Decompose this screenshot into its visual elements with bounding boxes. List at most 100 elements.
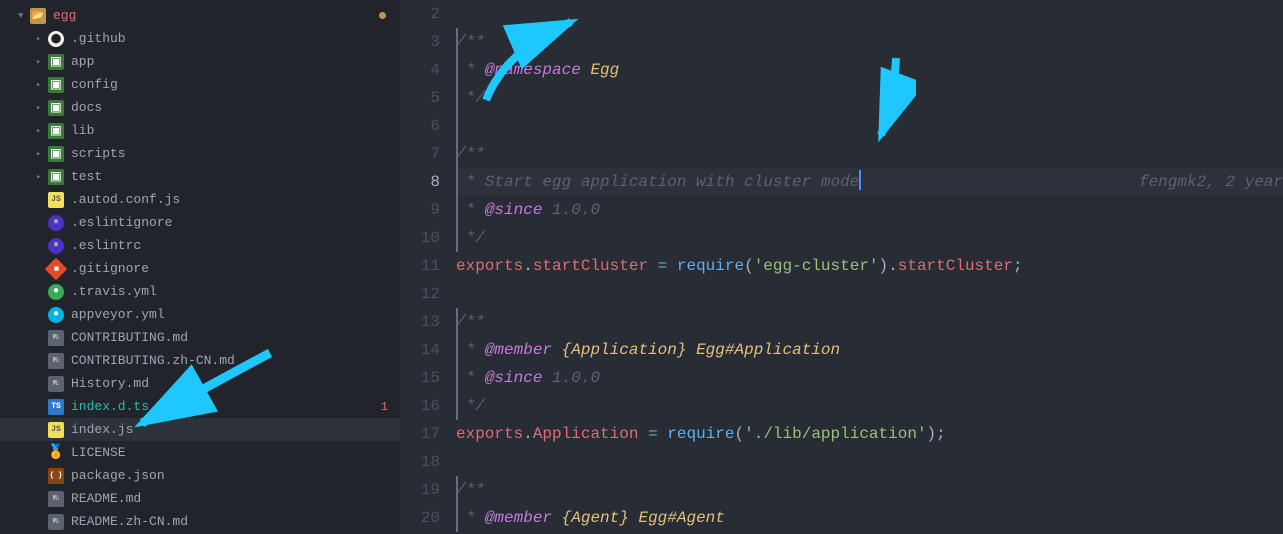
line-number[interactable]: 14 [400,336,440,364]
line-number-gutter: 234567891011121314151617181920 [400,0,456,534]
line-number[interactable]: 7 [400,140,440,168]
code-line[interactable]: */ [456,224,1283,252]
md-icon: M↓ [48,330,64,346]
code-line[interactable]: * @member {Agent} Egg#Agent [456,504,1283,532]
code-line[interactable]: * @namespace Egg [456,56,1283,84]
code-line[interactable]: /** [456,308,1283,336]
tree-item-docs[interactable]: ▸▣docs [0,96,400,119]
tree-item--eslintrc[interactable]: ●.eslintrc [0,234,400,257]
editor-pane: 234567891011121314151617181920 /** * @na… [400,0,1283,534]
tree-item-package-json[interactable]: { }package.json [0,464,400,487]
js-icon: JS [48,192,64,208]
line-number[interactable]: 10 [400,224,440,252]
tree-item-readme-md[interactable]: M↓ README.md [0,487,400,510]
tree-item-label: appveyor.yml [71,307,400,322]
tree-item--gitignore[interactable]: ◆.gitignore [0,257,400,280]
tree-item--travis-yml[interactable]: ●.travis.yml [0,280,400,303]
code-area[interactable]: /** * @namespace Egg */ /** * Start egg … [456,0,1283,534]
line-number[interactable]: 20 [400,504,440,532]
eslint-icon: ● [48,238,64,254]
file-explorer: ▼ 📂 egg ▸⬤.github▸▣app▸▣config▸▣docs▸▣li… [0,0,400,534]
chevron-right-icon: ▸ [36,57,46,67]
tree-item-app[interactable]: ▸▣ app [0,50,400,73]
tree-item-license[interactable]: 🏅LICENSE [0,441,400,464]
code-line[interactable]: * @member {Application} Egg#Application [456,336,1283,364]
chevron-right-icon: ▸ [36,34,46,44]
tree-item-label: CONTRIBUTING.zh-CN.md [71,353,400,368]
tree-item-appveyor-yml[interactable]: ● appveyor.yml [0,303,400,326]
tree-item--autod-conf-js[interactable]: JS.autod.conf.js [0,188,400,211]
chevron-right-icon: ▸ [36,149,46,159]
line-number[interactable]: 13 [400,308,440,336]
chevron-right-icon: ▸ [36,126,46,136]
git-blame-annotation: fengmk2, 2 year [1139,168,1283,196]
pkg-icon: ▣ [48,77,64,93]
tree-item-label: README.zh-CN.md [71,514,400,529]
tree-item-history-md[interactable]: M↓History.md [0,372,400,395]
line-number[interactable]: 5 [400,84,440,112]
chevron-down-icon: ▼ [18,11,28,21]
line-number[interactable]: 9 [400,196,440,224]
github-icon: ⬤ [48,31,64,47]
code-line[interactable]: /** [456,140,1283,168]
code-line[interactable]: * @since 1.0.0 [456,196,1283,224]
line-number[interactable]: 16 [400,392,440,420]
tree-item-config[interactable]: ▸▣config [0,73,400,96]
line-number[interactable]: 18 [400,448,440,476]
line-number[interactable]: 12 [400,280,440,308]
pkg-icon: ▣ [48,54,64,70]
tree-item-contributing-md[interactable]: M↓CONTRIBUTING.md [0,326,400,349]
chevron-right-icon: ▸ [36,103,46,113]
gitignore-icon: ◆ [45,257,68,280]
code-line[interactable] [456,280,1283,308]
tree-item-label: lib [71,123,400,138]
tree-item--eslintignore[interactable]: ● .eslintignore [0,211,400,234]
code-line[interactable] [456,112,1283,140]
tree-item-label: index.d.ts [71,399,400,414]
tree-item-label: app [71,54,400,69]
tree-item-index-d-ts[interactable]: TSindex.d.ts1 [0,395,400,418]
eslint-icon: ● [48,215,64,231]
code-line[interactable] [456,448,1283,476]
tree-item-label: scripts [71,146,400,161]
line-number[interactable]: 4 [400,56,440,84]
chevron-right-icon: ▸ [36,80,46,90]
pkg-icon: ▣ [48,146,64,162]
tree-item-readme-zh-cn-md[interactable]: M↓ README.zh-CN.md [0,510,400,533]
code-line[interactable]: */ [456,392,1283,420]
tree-item-label: .eslintignore [71,215,400,230]
line-number[interactable]: 6 [400,112,440,140]
code-line[interactable]: /** [456,28,1283,56]
code-line[interactable]: …exports.startCluster = require('egg-clu… [456,252,1283,280]
md-icon: M↓ [48,514,64,530]
folder-open-icon: 📂 [30,8,46,24]
tree-item-label: package.json [71,468,400,483]
tree-item-lib[interactable]: ▸▣lib [0,119,400,142]
line-number[interactable]: 2 [400,0,440,28]
line-number[interactable]: 3 [400,28,440,56]
error-count-badge: 1 [381,400,388,414]
tree-item-scripts[interactable]: ▸▣ scripts [0,142,400,165]
code-line-cursor[interactable]: * Start egg application with cluster mod… [456,168,1283,196]
md-icon: M↓ [48,491,64,507]
tree-item-label: README.md [71,491,400,506]
line-number[interactable]: 17 [400,420,440,448]
code-line[interactable]: exports.Application = require('./lib/app… [456,420,1283,448]
tree-item-contributing-zh-cn-md[interactable]: M↓CONTRIBUTING.zh-CN.md [0,349,400,372]
modified-dot-icon [379,12,386,19]
tree-item-label: test [71,169,400,184]
tree-root-folder[interactable]: ▼ 📂 egg [0,4,400,27]
tree-item-label: docs [71,100,400,115]
tree-item-index-js[interactable]: JSindex.js [0,418,400,441]
code-line[interactable]: * @since 1.0.0 [456,364,1283,392]
line-number[interactable]: 15 [400,364,440,392]
tree-item--github[interactable]: ▸⬤.github [0,27,400,50]
line-number[interactable]: 19 [400,476,440,504]
code-line[interactable] [456,0,1283,28]
line-number[interactable]: 8 [400,168,440,196]
tree-item-test[interactable]: ▸▣test [0,165,400,188]
code-line[interactable]: /** [456,476,1283,504]
code-line[interactable]: */ [456,84,1283,112]
line-number[interactable]: 11 [400,252,440,280]
appveyor-icon: ● [48,307,64,323]
